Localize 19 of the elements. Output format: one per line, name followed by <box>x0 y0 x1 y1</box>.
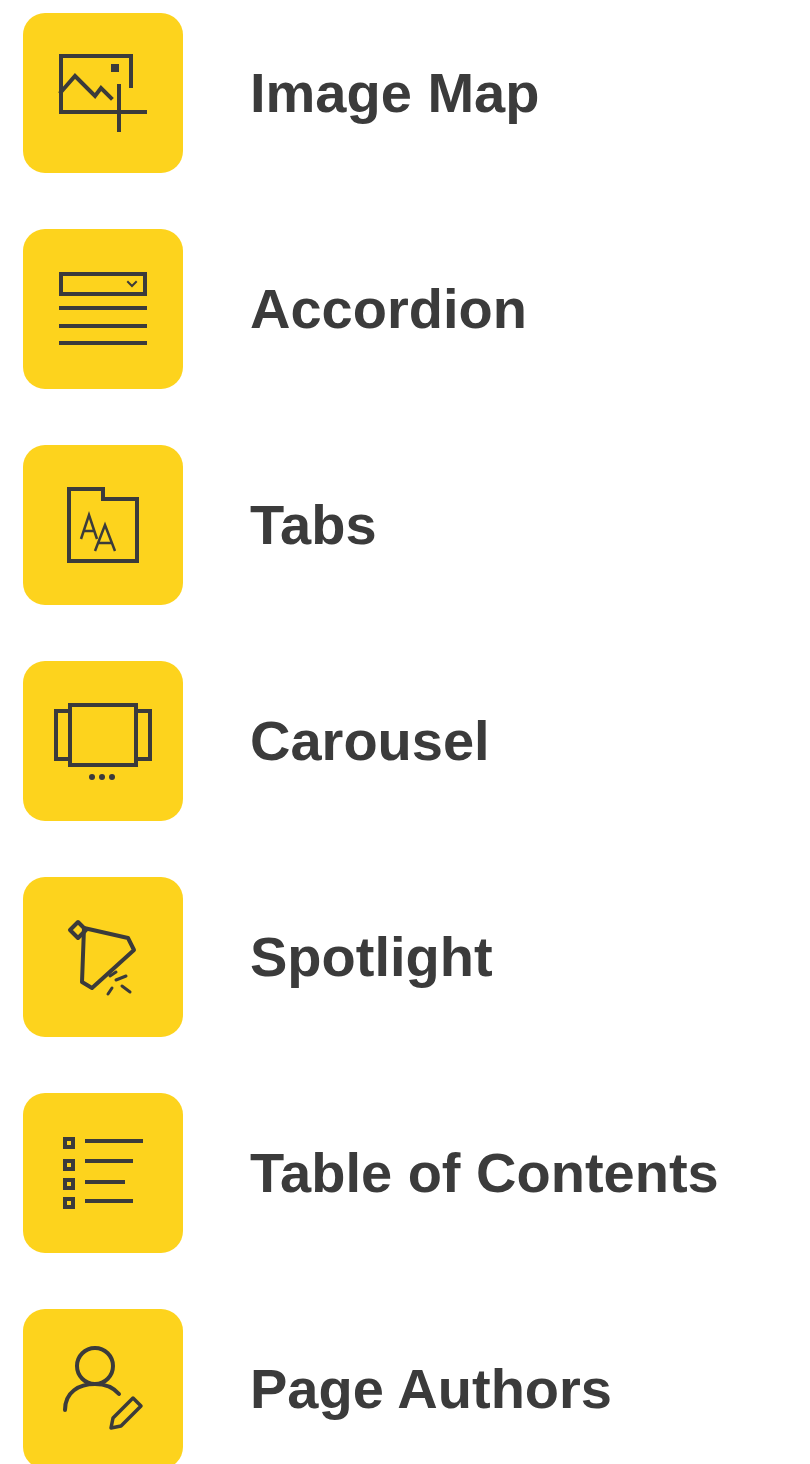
icon-tile[interactable] <box>23 13 183 173</box>
accordion-icon <box>58 271 148 347</box>
icon-tile[interactable] <box>23 661 183 821</box>
item-label[interactable]: Image Map <box>250 51 540 135</box>
icon-tile[interactable] <box>23 877 183 1037</box>
list-icon <box>61 1135 145 1211</box>
item-label[interactable]: Accordion <box>250 267 527 351</box>
picture-frame-icon <box>57 52 149 134</box>
item-label[interactable]: Table of Contents <box>250 1131 719 1215</box>
icon-tile[interactable] <box>23 1309 183 1464</box>
item-label[interactable]: Spotlight <box>250 915 493 999</box>
item-label[interactable]: Carousel <box>250 699 490 783</box>
tab-folder-icon <box>65 485 141 565</box>
item-label[interactable]: Page Authors <box>250 1347 612 1431</box>
carousel-icon <box>52 701 154 781</box>
item-label[interactable]: Tabs <box>250 483 377 567</box>
icon-tile[interactable] <box>23 1093 183 1253</box>
icon-tile[interactable] <box>23 445 183 605</box>
icon-tile[interactable] <box>23 229 183 389</box>
